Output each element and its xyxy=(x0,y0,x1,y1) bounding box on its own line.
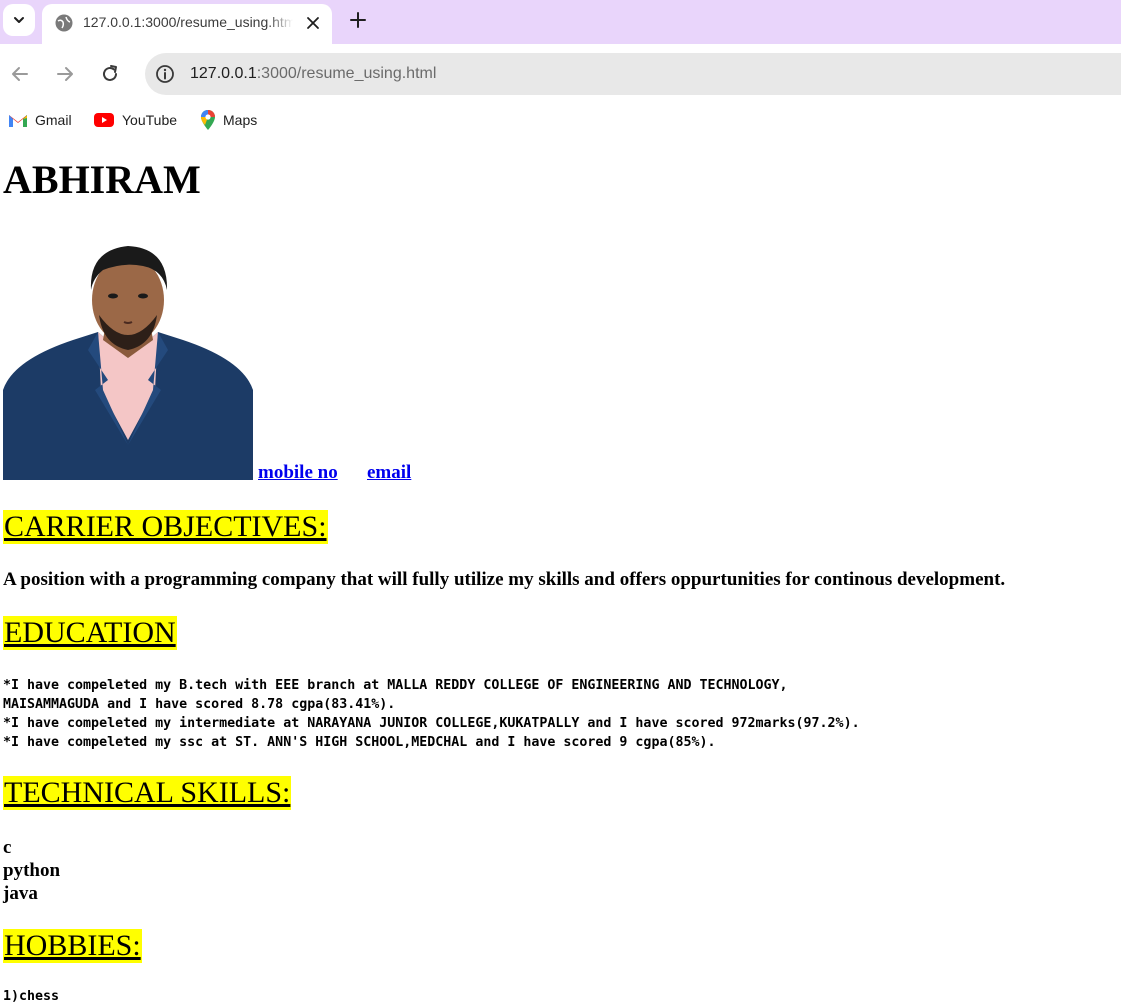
education-line: MAISAMMAGUDA and I have scored 8.78 cgpa… xyxy=(3,697,396,712)
page-title: ABHIRAM xyxy=(3,157,201,202)
education-block: *I have compeleted my B.tech with EEE br… xyxy=(3,676,860,752)
close-icon[interactable] xyxy=(304,14,322,32)
new-tab-plus-icon[interactable] xyxy=(347,9,369,31)
tab-title: 127.0.0.1:3000/resume_using.html xyxy=(83,14,293,30)
bookmark-youtube[interactable]: YouTube xyxy=(93,108,177,132)
profile-photo xyxy=(3,240,253,480)
bookmark-label: YouTube xyxy=(122,112,178,128)
forward-arrow-icon[interactable] xyxy=(54,63,76,85)
objective-heading: CARRIER OBJECTIVES: xyxy=(3,510,328,544)
bookmark-label: Maps xyxy=(223,112,258,128)
bookmark-label: Gmail xyxy=(35,112,72,128)
site-info-icon[interactable] xyxy=(155,64,175,84)
education-line: *I have compeleted my intermediate at NA… xyxy=(3,716,860,731)
bookmark-maps[interactable]: Maps xyxy=(200,108,257,132)
address-bar[interactable]: 127.0.0.1:3000/resume_using.html xyxy=(145,53,1121,95)
url-path: :3000/resume_using.html xyxy=(256,65,437,82)
hobby-item: 1)chess xyxy=(3,989,60,1004)
education-line: *I have compeleted my B.tech with EEE br… xyxy=(3,678,788,693)
back-arrow-icon[interactable] xyxy=(9,63,31,85)
maps-icon xyxy=(201,110,215,130)
active-tab[interactable]: 127.0.0.1:3000/resume_using.html xyxy=(42,4,332,44)
bookmarks-bar: Gmail YouTube Maps xyxy=(0,104,1121,136)
skills-list: c python java xyxy=(3,836,60,905)
page-viewport: ABHIRAM mobile no email CARRIER OBJECTIV… xyxy=(0,136,1121,1008)
skill-item: python xyxy=(3,860,61,881)
mobile-link[interactable]: mobile no xyxy=(258,462,338,484)
hobbies-heading: HOBBIES: xyxy=(3,929,142,963)
tab-strip: 127.0.0.1:3000/resume_using.html xyxy=(0,0,1121,44)
education-line: *I have compeleted my ssc at ST. ANN'S H… xyxy=(3,735,716,750)
globe-icon xyxy=(55,14,73,32)
chevron-down-icon xyxy=(14,17,24,23)
skill-item: c xyxy=(3,837,12,858)
reload-icon[interactable] xyxy=(99,63,121,85)
skill-item: java xyxy=(3,883,38,904)
browser-toolbar: 127.0.0.1:3000/resume_using.html xyxy=(0,44,1121,104)
objective-text: A position with a programming company th… xyxy=(3,569,1006,590)
youtube-icon xyxy=(94,113,114,127)
gmail-icon xyxy=(9,115,27,127)
education-heading: EDUCATION xyxy=(3,616,177,650)
url-host: 127.0.0.1 xyxy=(190,65,257,82)
tab-search-button[interactable] xyxy=(3,4,35,36)
email-link[interactable]: email xyxy=(367,462,411,484)
url-text[interactable]: 127.0.0.1:3000/resume_using.html xyxy=(190,65,436,83)
bookmark-gmail[interactable]: Gmail xyxy=(8,108,72,132)
skills-heading: TECHNICAL SKILLS: xyxy=(3,776,292,810)
